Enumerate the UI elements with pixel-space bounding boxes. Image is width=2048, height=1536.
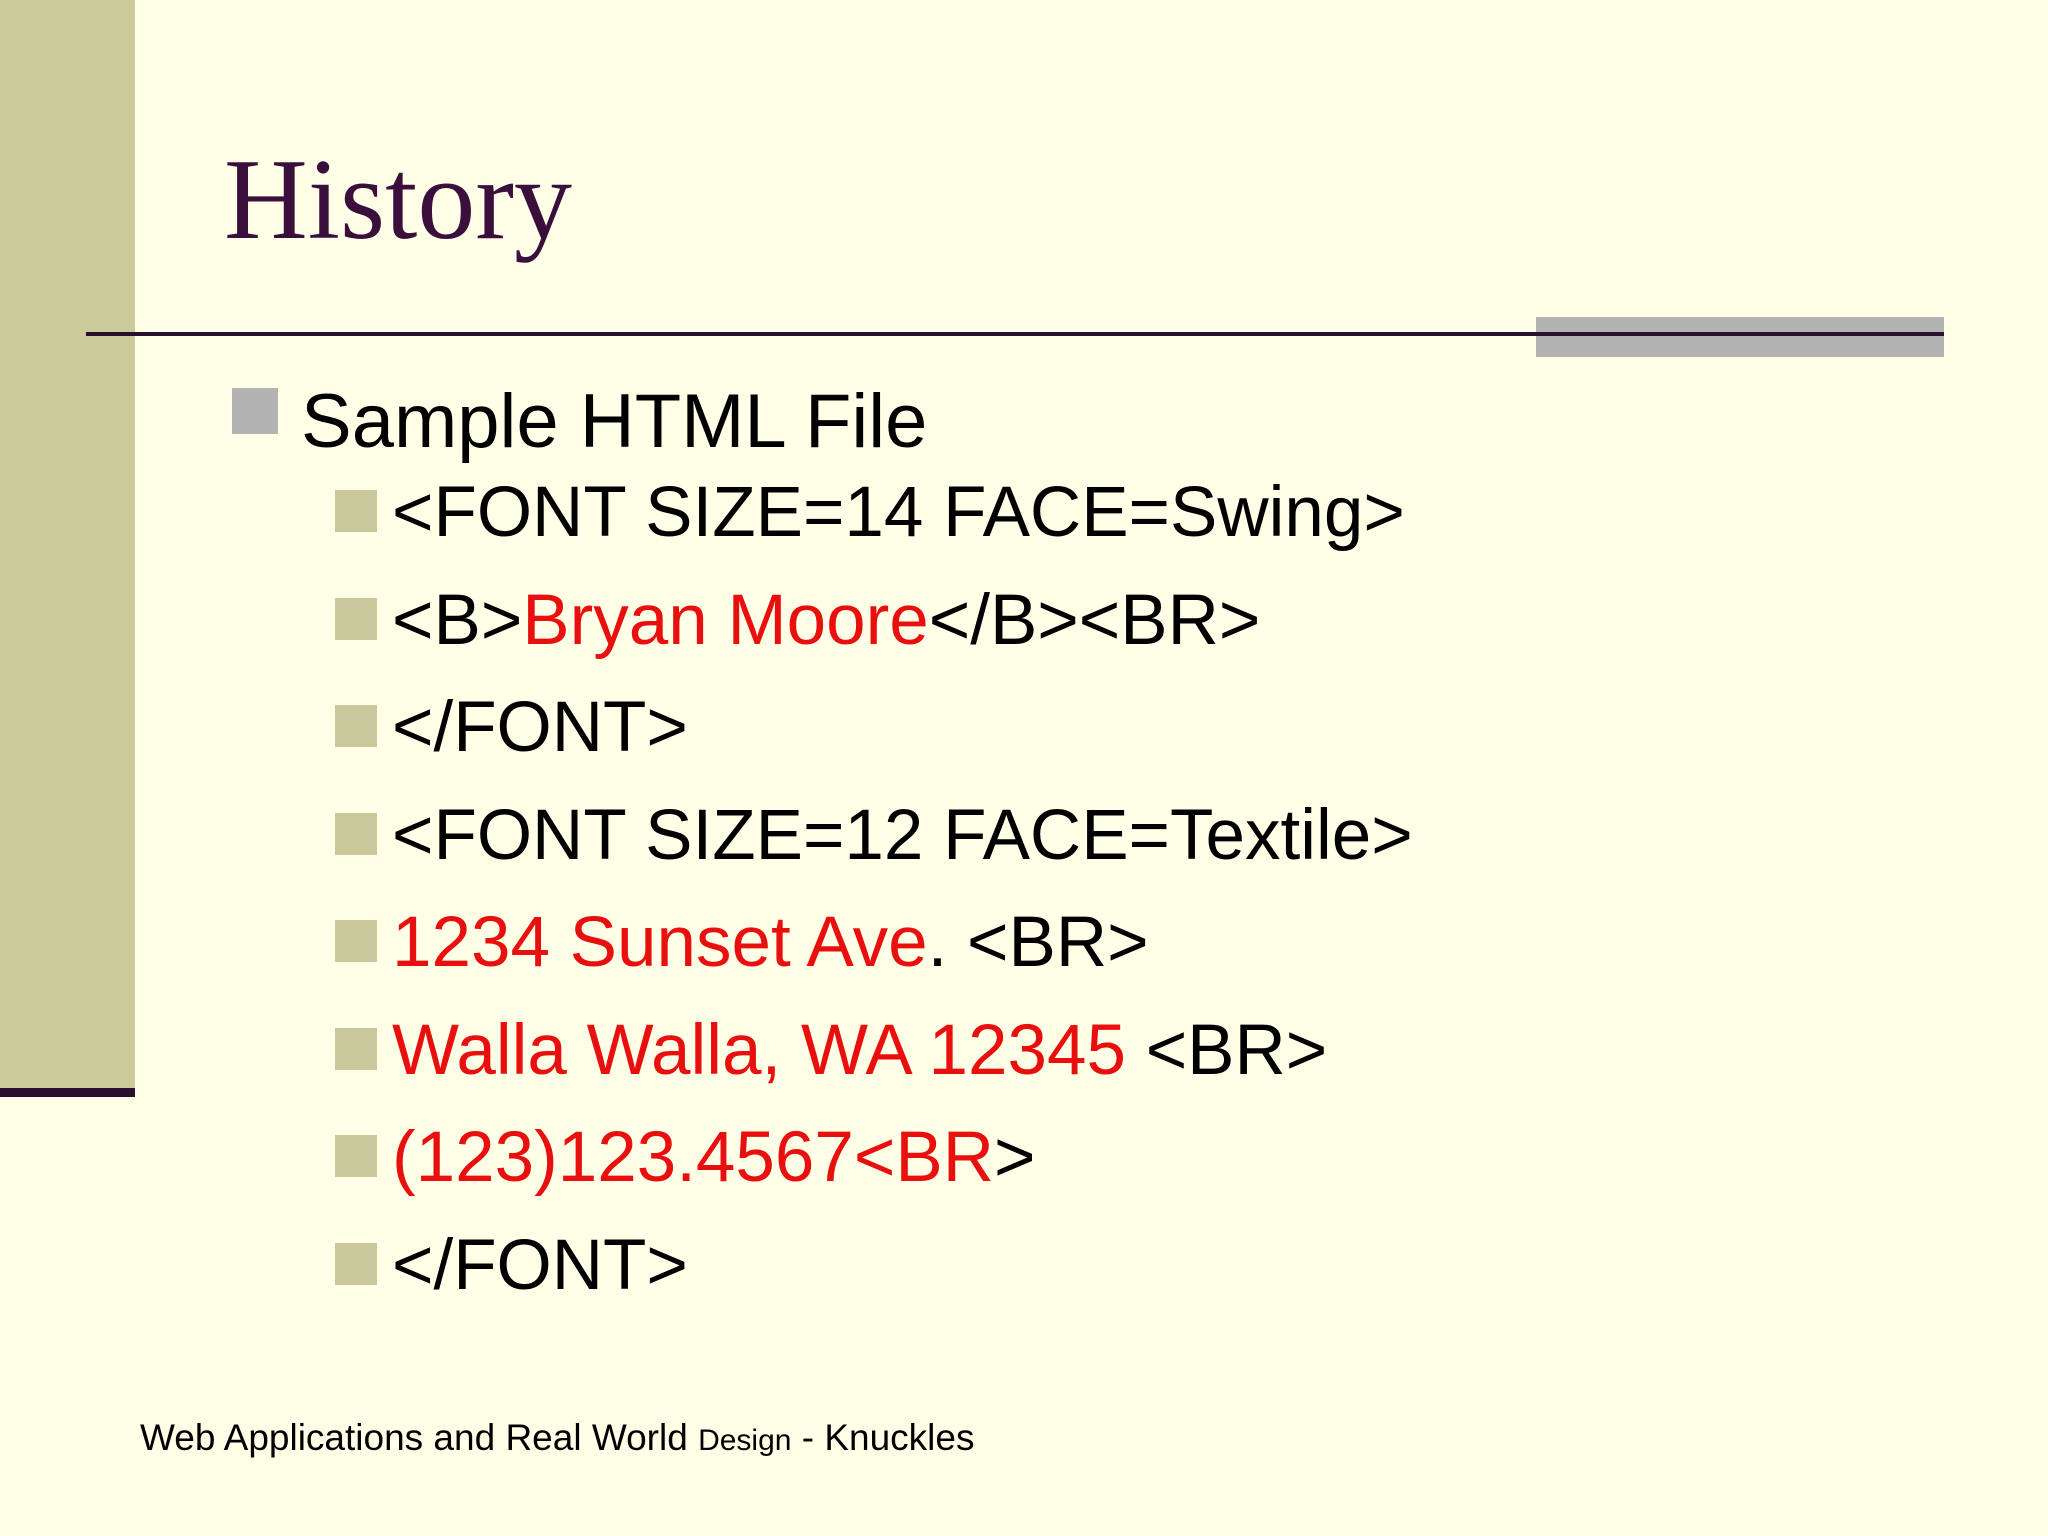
slide-footer: Web Applications and Real World Design -…: [140, 1414, 974, 1465]
list-item-text: </FONT>: [392, 1221, 688, 1311]
title-divider-accent: [1536, 317, 1944, 357]
list-item-text: Walla Walla, WA 12345 <BR>: [392, 1006, 1327, 1096]
list-item-text: (123)123.4567<BR>: [392, 1113, 1035, 1203]
list-item: </FONT>: [0, 675, 1800, 783]
square-bullet-icon: [335, 705, 377, 747]
square-bullet-icon: [335, 597, 377, 640]
code-fragment: </FONT>: [392, 688, 688, 767]
list-item: </FONT>: [0, 1213, 1800, 1321]
code-fragment: . <BR>: [927, 903, 1149, 982]
slide: History Sample HTML File <FONT SIZE=14 F…: [0, 0, 2048, 1536]
code-fragment: >: [993, 1118, 1036, 1197]
list-item-text: </FONT>: [392, 683, 688, 773]
code-fragment: (123)123.4567<BR: [392, 1118, 994, 1197]
list-item: <B>Bryan Moore</B><BR>: [0, 568, 1800, 676]
list-item: (123)123.4567<BR>: [0, 1105, 1800, 1213]
list-item: 1234 Sunset Ave. <BR>: [0, 890, 1800, 998]
code-fragment: Bryan Moore: [522, 580, 929, 660]
title-divider-line: [86, 332, 1944, 336]
list-item: Walla Walla, WA 12345 <BR>: [0, 998, 1800, 1106]
square-bullet-icon: [232, 388, 278, 434]
list-item-text: <FONT SIZE=12 FACE=Textile>: [392, 791, 1413, 881]
list-item-text: <FONT SIZE=14 FACE=Swing>: [392, 468, 1405, 558]
list-item-text: 1234 Sunset Ave. <BR>: [392, 898, 1149, 988]
code-fragment: <BR>: [1125, 1010, 1328, 1090]
code-fragment: <FONT SIZE=12 FACE=Textile>: [392, 795, 1413, 875]
footer-text-part2: Design: [698, 1424, 792, 1457]
code-fragment: </B><BR>: [928, 580, 1261, 660]
footer-text-part1: Web Applications and Real World: [140, 1417, 688, 1458]
square-bullet-icon: [335, 1135, 377, 1177]
list-item-text: <B>Bryan Moore</B><BR>: [392, 576, 1260, 666]
code-fragment: Walla Walla, WA 12345: [392, 1010, 1126, 1090]
code-fragment: 1234 Sunset Ave: [392, 903, 928, 982]
code-fragment: <B>: [392, 580, 523, 660]
square-bullet-icon: [335, 812, 377, 855]
square-bullet-icon: [335, 1242, 377, 1285]
square-bullet-icon: [335, 920, 377, 962]
code-fragment: <FONT SIZE=14 FACE=Swing>: [392, 473, 1405, 552]
list-item: <FONT SIZE=12 FACE=Textile>: [0, 783, 1800, 891]
square-bullet-icon: [335, 1027, 377, 1070]
slide-title: History: [224, 136, 572, 264]
bullet-level1-text: Sample HTML File: [301, 379, 928, 464]
square-bullet-icon: [335, 490, 377, 532]
code-fragment: </FONT>: [392, 1225, 688, 1305]
footer-text-part3: - Knuckles: [801, 1417, 975, 1458]
list-item: <FONT SIZE=14 FACE=Swing>: [0, 460, 1800, 568]
